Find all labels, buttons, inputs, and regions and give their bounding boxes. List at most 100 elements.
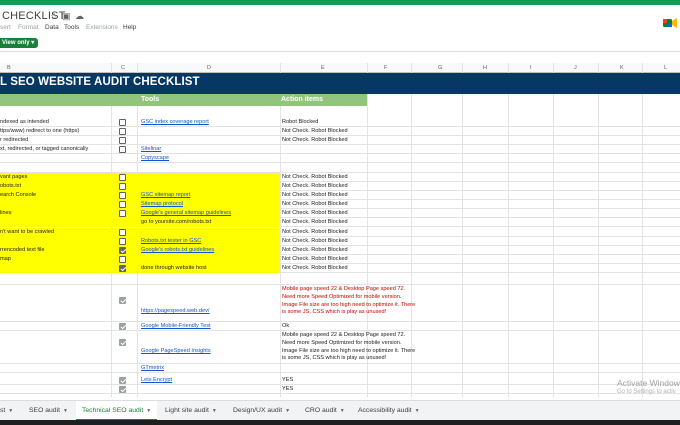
tool-link[interactable]: GTmetrix — [141, 365, 164, 371]
checkbox[interactable] — [119, 201, 126, 208]
check-item-label[interactable]: ndexed as intended — [0, 119, 49, 125]
column-header-l[interactable]: L — [664, 65, 667, 71]
check-item-label[interactable]: obots.txt — [0, 183, 21, 189]
sheet-grid[interactable]: ndexed as intended GSC index coverage rep… — [0, 106, 680, 397]
column-header-i[interactable]: I — [530, 65, 532, 71]
checkbox[interactable] — [119, 183, 126, 190]
action-item[interactable]: Not Check. Robot Blocked — [282, 201, 348, 207]
checkbox[interactable] — [119, 229, 126, 236]
menu-insert[interactable]: sert — [0, 24, 11, 31]
sheet-title-banner: L SEO WEBSITE AUDIT CHECKLIST — [0, 73, 680, 94]
checkbox[interactable] — [119, 192, 126, 199]
tools-column-header[interactable]: Tools — [141, 96, 159, 103]
checkbox[interactable] — [119, 247, 126, 254]
column-header-f[interactable]: F — [384, 65, 387, 71]
checkbox[interactable] — [119, 297, 126, 304]
check-item-label[interactable]: vant pages — [0, 174, 27, 180]
action-item[interactable]: Not Check. Robot Blocked — [282, 192, 348, 198]
check-item-label[interactable]: ttps/www) redirect to one (https) — [0, 128, 79, 134]
check-item-label[interactable]: xt, redirected, or tagged canonically — [0, 146, 88, 152]
check-item-label[interactable]: lines — [0, 210, 12, 216]
check-item-label[interactable]: rrencoded text file — [0, 247, 44, 253]
action-item[interactable]: YES — [282, 377, 293, 383]
checkbox[interactable] — [119, 210, 126, 217]
menu-data[interactable]: Data — [45, 24, 59, 31]
action-item[interactable]: Not Check. Robot Blocked — [282, 210, 348, 216]
sheet-title[interactable]: L SEO WEBSITE AUDIT CHECKLIST — [0, 76, 200, 88]
checkbox[interactable] — [119, 146, 126, 153]
action-item[interactable]: Not Check. Robot Blocked — [282, 219, 348, 225]
checkbox[interactable] — [119, 265, 126, 272]
column-header-j[interactable]: J — [574, 65, 577, 71]
action-item[interactable]: Not Check. Robot Blocked — [282, 229, 348, 235]
checkbox[interactable] — [119, 137, 126, 144]
action-item[interactable]: Not Check. Robot Blocked — [282, 238, 348, 244]
column-header-d[interactable]: D — [207, 65, 211, 71]
table-row — [0, 385, 680, 394]
tool-link[interactable]: Google's general sitemap guidelines — [141, 210, 231, 216]
action-item[interactable]: Not Check. Robot Blocked — [282, 265, 348, 271]
action-item[interactable]: Robot Blocked — [282, 119, 318, 125]
check-item-label[interactable]: map — [0, 256, 11, 262]
column-header-k[interactable]: K — [620, 65, 624, 71]
column-headers: B C D E F G H I J K L — [0, 63, 680, 73]
column-header-c[interactable]: C — [121, 65, 125, 71]
action-item[interactable]: YES — [282, 386, 293, 392]
menu-help[interactable]: Help — [123, 24, 136, 31]
tool-link[interactable]: GSC sitemap report — [141, 192, 190, 198]
tool-link[interactable]: https://pagespeed.web.dev/ — [141, 308, 209, 314]
view-only-button[interactable]: View only ▾ — [0, 38, 39, 48]
column-header-e[interactable]: E — [321, 65, 325, 71]
checkbox[interactable] — [119, 174, 126, 181]
checkbox[interactable] — [119, 128, 126, 135]
column-header-h[interactable]: H — [483, 65, 487, 71]
action-item[interactable]: Not Check. Robot Blocked — [282, 137, 348, 143]
action-item[interactable]: Mobile page speed 22 & Desktop Page spee… — [282, 286, 416, 317]
check-item-label[interactable]: n't want to be crawled — [0, 229, 54, 235]
checkbox[interactable] — [119, 238, 126, 245]
menu-format[interactable]: Format — [18, 24, 39, 31]
tool-link[interactable]: Sitelinar — [141, 146, 161, 152]
column-header-g[interactable]: G — [438, 65, 442, 71]
highlight-cell-c — [112, 218, 137, 227]
checkbox[interactable] — [119, 386, 126, 393]
action-item[interactable]: Mobile page speed 22 & Desktop Page spee… — [282, 332, 416, 363]
tool-link[interactable]: Copyscape — [141, 155, 169, 161]
checkbox[interactable] — [119, 256, 126, 263]
check-item-label[interactable]: r redirected — [0, 137, 28, 143]
checkbox[interactable] — [119, 339, 126, 346]
action-item[interactable]: Not Check. Robot Blocked — [282, 183, 348, 189]
tool-link[interactable]: GSC index coverage report — [141, 119, 209, 125]
move-folder-icon[interactable]: ▣ — [62, 11, 71, 22]
tab-checklist[interactable]: st ▼ — [0, 401, 13, 421]
action-item[interactable]: Not Check. Robot Blocked — [282, 128, 348, 134]
activate-windows-watermark: Activate Window — [617, 378, 680, 388]
tab-light-site-audit[interactable]: Light site audit ▼ — [165, 401, 217, 421]
tab-cro-audit[interactable]: CRO audit ▼ — [305, 401, 345, 421]
action-item[interactable]: Not Check. Robot Blocked — [282, 256, 348, 262]
tab-accessibility-audit[interactable]: Accessibility audit ▼ — [358, 401, 420, 421]
menu-extensions[interactable]: Extensions — [86, 24, 118, 31]
action-item[interactable]: Ok — [282, 323, 289, 329]
check-item-label[interactable]: earch Console — [0, 192, 36, 198]
tab-design-ux-audit[interactable]: Design/UX audit ▼ — [233, 401, 290, 421]
checkbox[interactable] — [119, 377, 126, 384]
checkbox[interactable] — [119, 323, 126, 330]
highlight-cell-b — [0, 264, 111, 273]
tool-link[interactable]: Sitemap protocol — [141, 201, 183, 207]
column-header-b[interactable]: B — [7, 65, 11, 71]
tool-link[interactable]: Google Mobile-Friendly Test — [141, 323, 211, 329]
tool-link[interactable]: Google's robots.txt guidelines — [141, 247, 214, 253]
action-item[interactable]: Not Check. Robot Blocked — [282, 174, 348, 180]
checkbox[interactable] — [119, 119, 126, 126]
tab-technical-seo-audit[interactable]: Technical SEO audit ▼ — [76, 401, 158, 421]
menu-tools[interactable]: Tools — [64, 24, 79, 31]
action-items-column-header[interactable]: Action items — [281, 96, 323, 103]
tool-link[interactable]: Google PageSpeed Insights — [141, 348, 211, 354]
tool-link[interactable]: Lets Encrypt — [141, 377, 172, 383]
action-item[interactable]: Not Check. Robot Blocked — [282, 247, 348, 253]
os-taskbar — [0, 420, 680, 425]
tool-link[interactable]: Robots.txt tester in GSC — [141, 238, 201, 244]
star-icon[interactable]: ☆ — [50, 11, 58, 22]
tab-seo-audit[interactable]: SEO audit ▼ — [29, 401, 68, 421]
